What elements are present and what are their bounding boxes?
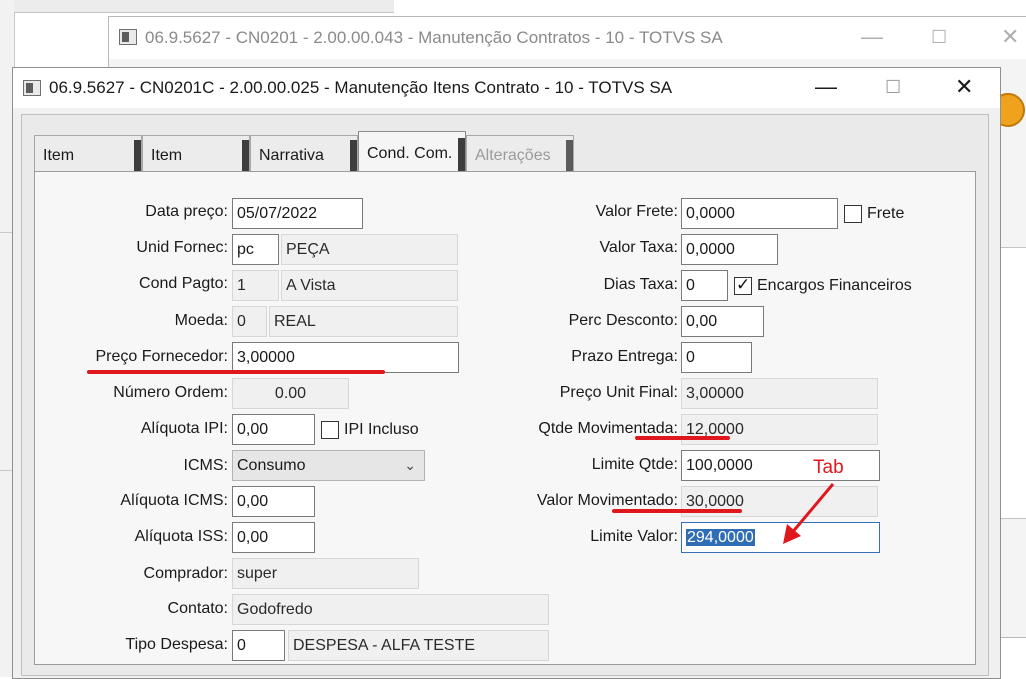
window-titlebar: 06.9.5627 - CN0201C - 2.00.00.025 - Manu… <box>13 68 1000 108</box>
qtde-movimentada-value: 12,0000 <box>681 414 878 445</box>
window-title: 06.9.5627 - CN0201C - 2.00.00.025 - Manu… <box>49 78 673 97</box>
icms-selected-value: Consumo <box>237 457 306 474</box>
tab-item-2[interactable]: Item <box>142 135 250 172</box>
preco-unit-final-value: 3,00000 <box>681 378 878 409</box>
background-list-panel <box>999 247 1026 519</box>
cond-com-panel: Data preço: 05/07/2022 Unid Fornec: pc P… <box>34 171 976 665</box>
tab-cond-com[interactable]: Cond. Com. <box>358 131 466 174</box>
valor-frete-field[interactable]: 0,0000 <box>681 198 838 229</box>
limite-qtde-field[interactable]: 100,0000 <box>681 450 880 481</box>
encargos-financeiros-checkbox[interactable] <box>734 275 752 295</box>
moeda-description: REAL <box>269 306 458 337</box>
data-preco-field[interactable]: 05/07/2022 <box>232 198 363 229</box>
cond-pagto-code: 1 <box>232 270 279 301</box>
frete-checkbox[interactable] <box>844 205 862 223</box>
preco-unit-final-label: Preço Unit Final: <box>559 384 678 401</box>
frete-label: Frete <box>867 205 905 222</box>
aliquota-iss-field[interactable]: 0,00 <box>232 522 315 553</box>
tipo-despesa-code-field[interactable]: 0 <box>232 630 285 661</box>
contato-value: Godofredo <box>232 594 549 625</box>
numero-ordem-label: Número Ordem: <box>113 384 228 401</box>
tipo-despesa-description: DESPESA - ALFA TESTE <box>288 630 549 661</box>
aliquota-ipi-label: Alíquota IPI: <box>140 420 228 437</box>
aliquota-iss-label: Alíquota ISS: <box>134 528 228 545</box>
unid-fornec-description: PEÇA <box>281 234 458 265</box>
cond-pagto-description: A Vista <box>281 270 458 301</box>
contract-items-window: 06.9.5627 - CN0201C - 2.00.00.025 - Manu… <box>12 67 1001 679</box>
unid-fornec-code-field[interactable]: pc <box>232 234 279 265</box>
background-window-top <box>14 0 394 13</box>
numero-ordem-value: 0.00 <box>232 378 349 409</box>
perc-desconto-label: Perc Desconto: <box>568 312 678 329</box>
cond-pagto-label: Cond Pagto: <box>139 275 228 292</box>
contato-label: Contato: <box>167 600 228 617</box>
valor-taxa-field[interactable]: 0,0000 <box>681 234 778 265</box>
selected-text: 294,0000 <box>686 529 755 546</box>
limite-valor-label: Limite Valor: <box>590 528 678 545</box>
arrow-icon <box>783 483 835 544</box>
moeda-label: Moeda: <box>174 312 228 329</box>
tipo-despesa-label: Tipo Despesa: <box>125 636 228 653</box>
back-window-title: 06.9.5627 - CN0201 - 2.00.00.043 - Manut… <box>145 28 723 47</box>
aliquota-icms-field[interactable]: 0,00 <box>232 486 315 517</box>
valor-movimentado-label: Valor Movimentado: <box>536 492 678 509</box>
valor-taxa-label: Valor Taxa: <box>599 239 678 256</box>
prazo-entrega-field[interactable]: 0 <box>681 342 752 373</box>
tab-alteracoes: Alterações <box>466 135 574 172</box>
ipi-incluso-checkbox[interactable] <box>321 421 339 439</box>
annotation-underline <box>635 436 730 440</box>
tab-label: Alterações <box>475 147 551 164</box>
tab-label: Item <box>151 147 183 164</box>
limite-qtde-label: Limite Qtde: <box>591 456 678 473</box>
tab-label: Cond. Com. <box>367 145 453 162</box>
window-icon <box>119 29 137 45</box>
back-window-titlebar: 06.9.5627 - CN0201 - 2.00.00.043 - Manut… <box>109 17 1026 59</box>
content-area: Item Item Narrativa Cond. Com. Alteraçõe… <box>21 114 989 676</box>
close-button[interactable]: ✕ <box>955 75 973 99</box>
tab-item-1[interactable]: Item <box>34 135 142 172</box>
annotation-underline <box>87 370 385 374</box>
minimize-button[interactable]: — <box>815 75 837 99</box>
tab-label: Narrativa <box>259 147 324 164</box>
aliquota-ipi-field[interactable]: 0,00 <box>232 414 315 445</box>
comprador-label: Comprador: <box>143 565 228 582</box>
icms-select[interactable]: Consumo ⌄ <box>232 450 425 481</box>
icms-label: ICMS: <box>183 457 228 474</box>
dias-taxa-label: Dias Taxa: <box>603 276 678 293</box>
ipi-incluso-label: IPI Incluso <box>344 421 419 438</box>
minimize-button[interactable]: — <box>861 25 883 49</box>
moeda-code: 0 <box>232 306 267 337</box>
annotation-underline <box>612 509 742 513</box>
dias-taxa-field[interactable]: 0 <box>681 270 728 301</box>
maximize-button[interactable]: ☐ <box>885 75 901 99</box>
comprador-value: super <box>232 558 419 589</box>
tab-narrativa[interactable]: Narrativa <box>250 135 358 172</box>
close-button[interactable]: ✕ <box>1001 25 1019 49</box>
encargos-financeiros-label: Encargos Financeiros <box>757 277 912 294</box>
unid-fornec-label: Unid Fornec: <box>136 239 228 256</box>
valor-frete-label: Valor Frete: <box>595 203 678 220</box>
data-preco-label: Data preço: <box>145 203 228 220</box>
preco-fornecedor-field[interactable]: 3,00000 <box>232 342 459 373</box>
tab-annotation: Tab <box>813 457 844 478</box>
aliquota-icms-label: Alíquota ICMS: <box>120 492 228 509</box>
perc-desconto-field[interactable]: 0,00 <box>681 306 764 337</box>
maximize-button[interactable]: ☐ <box>931 25 947 49</box>
chevron-down-icon: ⌄ <box>404 457 416 473</box>
preco-fornecedor-label: Preço Fornecedor: <box>95 348 228 365</box>
tab-label: Item <box>43 147 75 164</box>
prazo-entrega-label: Prazo Entrega: <box>571 348 678 365</box>
window-icon <box>23 80 41 96</box>
